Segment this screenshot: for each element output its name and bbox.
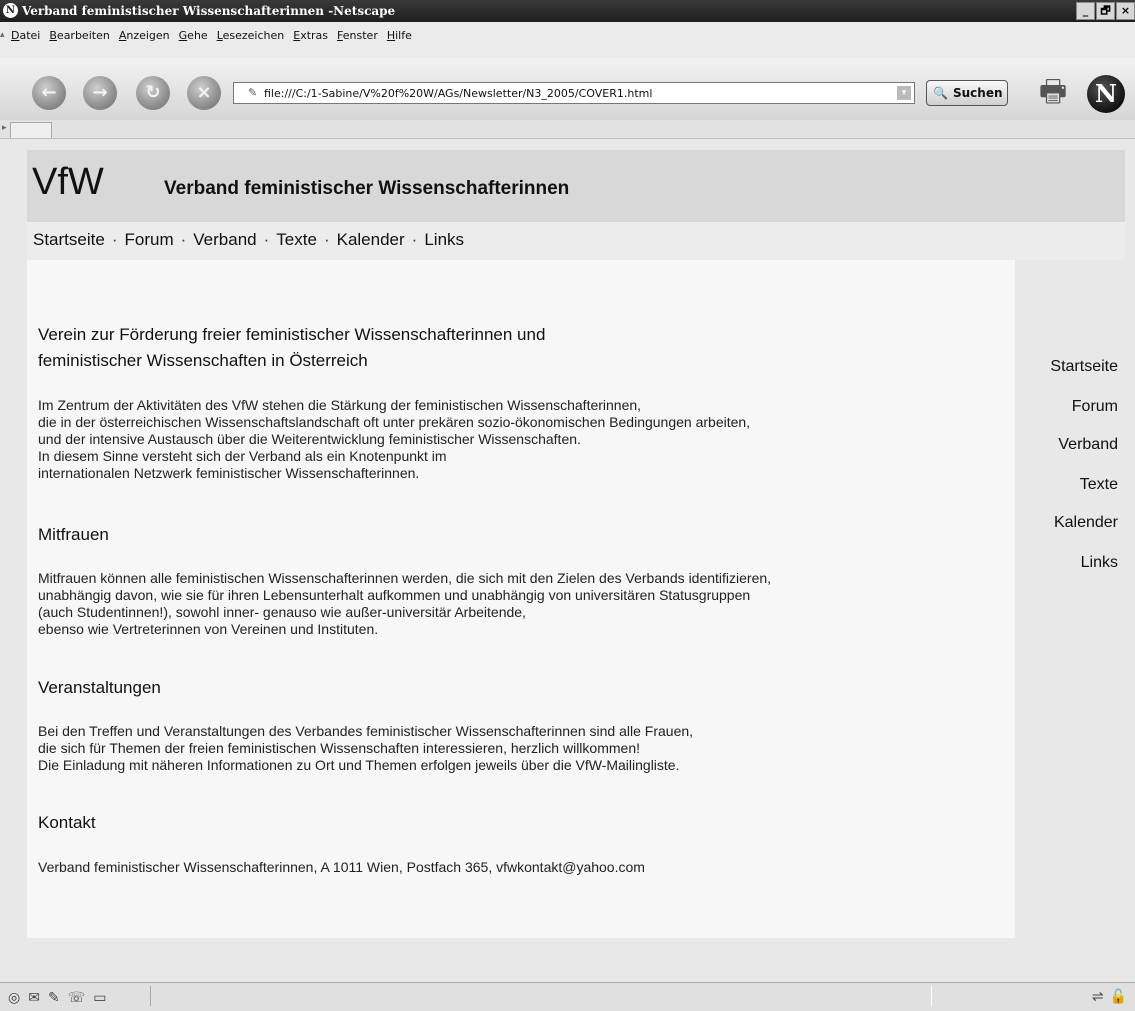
site-title: Verband feministischer Wissenschafterinn…	[164, 178, 570, 199]
text-line: (auch Studentinnen!), sowohl inner- gena…	[38, 604, 526, 620]
menu-hilfe[interactable]: Hilfe	[387, 29, 412, 42]
topnav-verband[interactable]: Verband	[193, 230, 256, 250]
text-line: Mitfrauen können alle feministischen Wis…	[38, 570, 772, 586]
navigator-icon[interactable]: ◎	[8, 989, 20, 1006]
notepad-icon[interactable]: ▭	[93, 989, 106, 1006]
menu-anzeigen[interactable]: Anzeigen	[119, 29, 170, 42]
status-text-field	[150, 986, 932, 1006]
search-icon: 🔍	[933, 86, 948, 100]
tab-scroll-icon[interactable]: ▸	[2, 122, 7, 133]
web-page: VfW Verband feministischer Wissenschafte…	[0, 139, 1135, 982]
close-button[interactable]: ×	[1116, 2, 1135, 20]
text-line: internationalen Netzwerk feministischer …	[38, 465, 420, 481]
reload-icon: ↻	[145, 82, 161, 103]
mitfrauen-heading: Mitfrauen	[38, 525, 109, 544]
url-dropdown-icon[interactable]: ▾	[897, 86, 911, 100]
sidenav-startseite[interactable]: Startseite	[1050, 358, 1118, 376]
side-navigation: Startseite Forum Verband Texte Kalender …	[1015, 260, 1125, 938]
search-button[interactable]: 🔍 Suchen	[926, 80, 1008, 106]
text-line: Bei den Treffen und Veranstaltungen des …	[38, 723, 694, 739]
site-header: VfW Verband feministischer Wissenschafte…	[27, 150, 1125, 222]
site-logo: VfW	[32, 161, 104, 203]
navigation-toolbar: ← → ↻ × ✎ file:///C:/1-Sabine/V%20f%20W/…	[0, 58, 1135, 121]
topnav-startseite[interactable]: Startseite	[33, 230, 105, 250]
sidenav-verband[interactable]: Verband	[1058, 436, 1118, 454]
topnav-kalender[interactable]: Kalender	[337, 230, 405, 250]
nav-separator: ·	[111, 230, 118, 249]
text-line: die in der österreichischen Wissenschaft…	[38, 414, 751, 430]
back-button[interactable]: ←	[32, 76, 66, 110]
text-line: Im Zentrum der Aktivitäten des VfW stehe…	[38, 397, 642, 413]
kontakt-text: Verband feministischer Wissenschafterinn…	[38, 859, 645, 875]
menu-gehe[interactable]: Gehe	[179, 29, 208, 42]
menu-fenster[interactable]: Fenster	[337, 29, 378, 42]
menu-extras[interactable]: Extras	[293, 29, 328, 42]
toolbar-grip-icon[interactable]: ▴	[0, 30, 10, 42]
topnav-texte[interactable]: Texte	[276, 230, 317, 250]
maximize-button[interactable]: 🗗	[1096, 2, 1115, 20]
sidenav-kalender[interactable]: Kalender	[1054, 514, 1118, 532]
page-title-line: Verein zur Förderung freier feministisch…	[38, 325, 546, 344]
text-line: In diesem Sinne versteht sich der Verban…	[38, 448, 447, 464]
mitfrauen-paragraph: Mitfrauen können alle feministischen Wis…	[38, 570, 771, 638]
text-line: die sich für Themen der freien feministi…	[38, 740, 640, 756]
sidenav-links[interactable]: Links	[1081, 554, 1118, 572]
sidenav-texte[interactable]: Texte	[1080, 476, 1118, 494]
menu-lesezeichen[interactable]: Lesezeichen	[217, 29, 285, 42]
window-controls: _ 🗗 ×	[1076, 2, 1135, 20]
connection-icon: ⇌	[1091, 988, 1104, 1004]
minimize-button[interactable]: _	[1076, 2, 1095, 20]
text-line: Die Einladung mit näheren Informationen …	[38, 757, 680, 773]
menu-bearbeiten[interactable]: Bearbeiten	[49, 29, 109, 42]
stop-button[interactable]: ×	[187, 76, 221, 110]
tab[interactable]	[10, 122, 52, 138]
netscape-icon: N	[3, 3, 18, 18]
forward-arrow-icon: →	[92, 82, 108, 103]
sidenav-forum[interactable]: Forum	[1072, 398, 1118, 416]
menu-datei[interactable]: Datei	[11, 29, 40, 42]
text-line: und der intensive Austausch über die Wei…	[38, 431, 581, 447]
reload-button[interactable]: ↻	[136, 76, 170, 110]
topnav-forum[interactable]: Forum	[124, 230, 173, 250]
text-line: ebenso wie Vertreterinnen von Vereinen u…	[38, 621, 379, 637]
forward-button[interactable]: →	[83, 76, 117, 110]
nav-separator: ·	[180, 230, 187, 249]
composer-icon[interactable]: ✎	[48, 989, 60, 1006]
stop-icon: ×	[196, 82, 212, 103]
top-navigation: Startseite · Forum · Verband · Texte · Kalen…	[27, 222, 1125, 260]
status-bar: ◎ ✉ ✎ ☏ ▭ ⇌ 🔓	[0, 982, 1135, 1011]
url-text: file:///C:/1-Sabine/V%20f%20W/AGs/Newsle…	[264, 87, 653, 100]
nav-separator: ·	[323, 230, 330, 249]
window-title-bar: N Verband feministischer Wissenschafteri…	[0, 0, 1135, 22]
page-icon: ✎	[248, 86, 258, 99]
main-content: Verein zur Förderung freier feministisch…	[27, 260, 1015, 938]
netscape-throbber-icon[interactable]: N	[1087, 75, 1125, 113]
menu-bar: ▴ Datei Bearbeiten Anzeigen Gehe Lesezei…	[0, 22, 1135, 58]
topnav-links[interactable]: Links	[424, 230, 464, 250]
text-line: unabhängig davon, wie sie für ihren Lebe…	[38, 587, 751, 603]
window-title: Verband feministischer Wissenschafterinn…	[22, 4, 396, 18]
address-book-icon[interactable]: ☏	[68, 989, 86, 1006]
tab-strip: ▸	[0, 120, 1135, 139]
print-icon[interactable]: 🖶	[1036, 72, 1070, 112]
page-title-line: feministischer Wissenschaften in Österre…	[38, 351, 368, 370]
intro-paragraph: Im Zentrum der Aktivitäten des VfW stehe…	[38, 397, 750, 482]
veranstaltungen-paragraph: Bei den Treffen und Veranstaltungen des …	[38, 723, 693, 774]
kontakt-heading: Kontakt	[38, 813, 96, 832]
mail-icon[interactable]: ✉	[28, 989, 40, 1006]
nav-separator: ·	[263, 230, 270, 249]
back-arrow-icon: ←	[41, 82, 57, 103]
page-title: Verein zur Förderung freier feministisch…	[38, 322, 545, 374]
veranstaltungen-heading: Veranstaltungen	[38, 678, 161, 697]
nav-separator: ·	[411, 230, 418, 249]
url-field[interactable]: ✎ file:///C:/1-Sabine/V%20f%20W/AGs/News…	[233, 82, 915, 104]
security-lock-icon[interactable]: 🔓	[1110, 988, 1127, 1005]
